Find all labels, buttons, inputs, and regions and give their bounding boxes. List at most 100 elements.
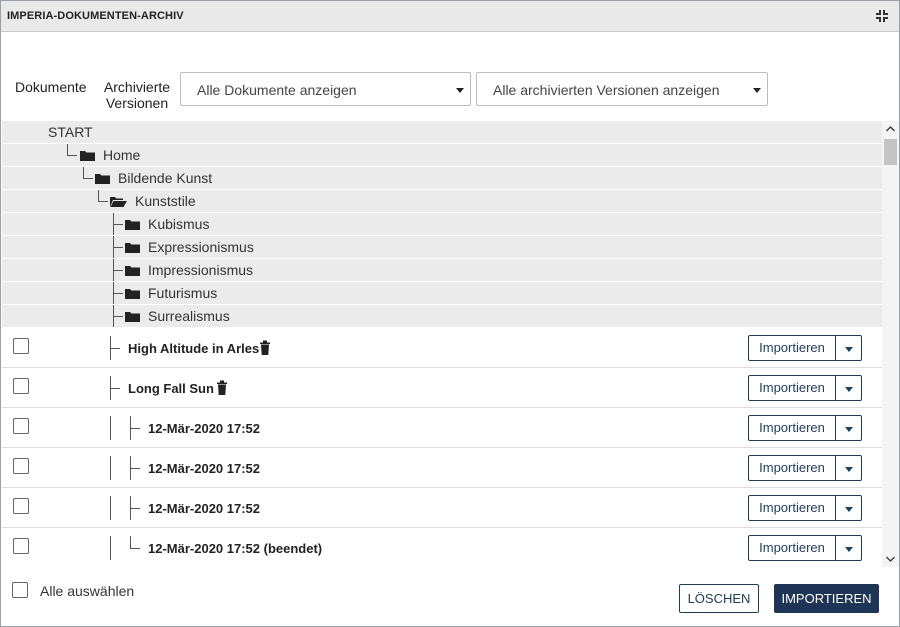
tree-connector [113,316,123,317]
folder-label: Futurismus [148,285,218,301]
tree-folder-surrealismus[interactable]: Surrealismus [2,305,882,327]
row-checkbox[interactable] [13,458,29,474]
import-dropdown-toggle[interactable] [835,375,862,401]
chevron-down-icon [753,88,761,93]
folder-label: Kubismus [148,216,210,232]
chevron-down-icon [845,467,853,472]
tree-connector [110,536,111,560]
import-split-button: Importieren [748,455,862,481]
tree-folder-impressionismus[interactable]: Impressionismus [2,259,882,281]
tree-connector [113,224,123,225]
folder-label: Kunststile [135,193,196,209]
chevron-down-icon [845,507,853,512]
version-name: 12-Mär-2020 17:52 (beendet) [148,541,323,556]
table-row: 12-Mär-2020 17:52 (beendet) Importieren [2,528,882,567]
scrollbar-thumb[interactable] [884,139,897,165]
tree-connector [130,468,140,469]
import-dropdown-toggle[interactable] [835,455,862,481]
import-dropdown-toggle[interactable] [835,335,862,361]
tree-folder-kubismus[interactable]: Kubismus [2,213,882,235]
import-all-button[interactable]: IMPORTIEREN [774,584,879,613]
tree-root-label: START [48,124,93,140]
import-dropdown-toggle[interactable] [835,415,862,441]
tree-connector [113,247,123,248]
folder-label: Bildende Kunst [118,170,213,186]
row-checkbox[interactable] [13,338,29,354]
folder-icon [125,266,140,276]
version-name: 12-Mär-2020 17:52 [148,421,261,436]
select-all-checkbox[interactable] [12,582,28,598]
tree-folder-expressionismus[interactable]: Expressionismus [2,236,882,258]
tree-folder-futurismus[interactable]: Futurismus [2,282,882,304]
documents-select[interactable]: Alle Dokumente anzeigen [180,72,471,106]
row-checkbox[interactable] [13,418,29,434]
tree-root-row[interactable]: START [2,121,882,143]
minimize-icon[interactable] [875,9,889,23]
trash-icon[interactable] [216,380,228,395]
tree-connector [110,388,120,389]
folder-icon [95,174,110,184]
delete-button[interactable]: LÖSCHEN [679,584,759,613]
import-button[interactable]: Importieren [748,415,836,441]
folder-open-icon [110,197,127,207]
tree-connector [113,293,123,294]
archived-label-line2: Versionen [105,95,169,111]
import-dropdown-toggle[interactable] [835,535,862,561]
tree-connector [110,496,111,520]
tree-connector [130,548,140,549]
tree-connector [110,416,111,440]
chevron-down-icon [845,347,853,352]
filter-row: Dokumente Archivierte Versionen Alle Dok… [1,71,899,111]
table-row: 12-Mär-2020 17:52 Importieren [2,488,882,528]
archive-dialog: IMPERIA-DOKUMENTEN-ARCHIV Dokumente Arch… [0,0,900,627]
tree-connector [130,508,140,509]
chevron-down-icon [456,88,464,93]
folder-label: Home [103,147,141,163]
documents-select-value: Alle Dokumente anzeigen [197,82,357,98]
import-split-button: Importieren [748,415,862,441]
folder-label: Surrealismus [148,308,230,324]
select-all-label[interactable]: Alle auswählen [40,583,134,599]
archived-versions-label: Archivierte Versionen [101,79,173,111]
chevron-down-icon [845,387,853,392]
vertical-scrollbar[interactable] [882,121,899,567]
import-button[interactable]: Importieren [748,535,836,561]
tree-connector [130,428,140,429]
trash-icon[interactable] [259,340,271,355]
table-row: 12-Mär-2020 17:52 Importieren [2,448,882,488]
folder-icon [125,289,140,299]
versions-select[interactable]: Alle archivierten Versionen anzeigen [476,72,768,106]
import-button[interactable]: Importieren [748,495,836,521]
tree-folder-bildende-kunst[interactable]: Bildende Kunst [2,167,882,189]
dialog-footer: Alle auswählen LÖSCHEN IMPORTIEREN [1,567,899,626]
row-checkbox[interactable] [13,498,29,514]
folder-icon [125,243,140,253]
document-tree: START Home Bildende Kunst Kunststile Kub… [2,121,882,567]
folder-icon [80,151,95,161]
table-row: High Altitude in Arles Importieren [2,328,882,368]
row-checkbox[interactable] [13,378,29,394]
import-split-button: Importieren [748,495,862,521]
document-name: High Altitude in Arles [128,341,260,356]
dialog-title: IMPERIA-DOKUMENTEN-ARCHIV [7,10,184,22]
table-row: Long Fall Sun Importieren [2,368,882,408]
documents-label: Dokumente [15,79,87,95]
folder-label: Expressionismus [148,239,254,255]
versions-select-value: Alle archivierten Versionen anzeigen [493,82,720,98]
import-button[interactable]: Importieren [748,335,836,361]
import-dropdown-toggle[interactable] [835,495,862,521]
import-button[interactable]: Importieren [748,375,836,401]
tree-connector [130,536,131,548]
row-checkbox[interactable] [13,538,29,554]
tree-connector [67,144,68,155]
archived-label-line1: Archivierte [103,79,171,95]
tree-folder-home[interactable]: Home [2,144,882,166]
tree-folder-kunststile[interactable]: Kunststile [2,190,882,212]
scroll-down-icon[interactable] [882,551,899,567]
scroll-up-icon[interactable] [882,121,899,137]
tree-connector [83,167,84,178]
import-button[interactable]: Importieren [748,455,836,481]
import-split-button: Importieren [748,335,862,361]
import-split-button: Importieren [748,375,862,401]
title-bar: IMPERIA-DOKUMENTEN-ARCHIV [1,1,899,32]
